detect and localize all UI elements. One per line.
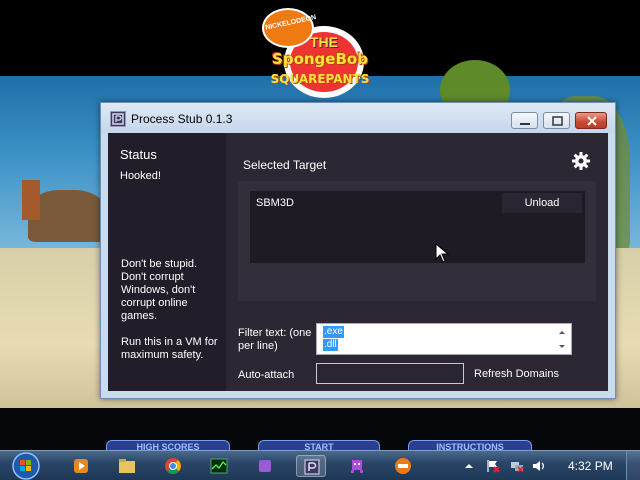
filter-line: .exe: [323, 326, 344, 338]
close-button[interactable]: [575, 112, 607, 129]
main-panel: Selected Target SBM3D Unload Filter text…: [226, 133, 608, 391]
vm-note: Run this in a VM for maximum safety.: [121, 336, 218, 361]
taskbar-clock[interactable]: 4:32 PM: [568, 459, 613, 473]
logo-the-text: THE: [310, 34, 338, 50]
file-explorer-icon[interactable]: [112, 455, 142, 477]
filter-text-field[interactable]: .exe .dll: [316, 323, 572, 355]
logo-subtitle-text: SQUAREPANTS: [270, 72, 370, 86]
process-stub-taskbar-icon[interactable]: [296, 455, 326, 477]
window-titlebar[interactable]: Process Stub 0.1.3: [101, 103, 615, 133]
status-value: Hooked!: [120, 170, 161, 182]
list-item[interactable]: SBM3D Unload: [250, 191, 585, 215]
minimize-button[interactable]: [511, 112, 538, 129]
process-stub-app-icon: [110, 111, 126, 127]
scroll-down-icon[interactable]: [555, 340, 569, 354]
maximize-button[interactable]: [543, 112, 570, 129]
game-menu-instructions[interactable]: INSTRUCTIONS: [408, 440, 532, 450]
window-client-area: Status Hooked! Don't be stupid. Don't co…: [108, 133, 608, 391]
nick-icon[interactable]: [388, 455, 418, 477]
selected-target-heading: Selected Target: [243, 158, 327, 172]
mouse-cursor-icon: [435, 242, 450, 263]
auto-attach-label: Auto-attach: [238, 369, 295, 381]
purple-app-icon[interactable]: [250, 455, 280, 477]
unload-button[interactable]: Unload: [502, 193, 582, 213]
logo-title-text: SpongeBob: [272, 50, 368, 68]
windows-media-player-icon[interactable]: [66, 455, 96, 477]
task-manager-icon[interactable]: [204, 455, 234, 477]
network-icon[interactable]: [510, 459, 524, 473]
status-sidebar: Status Hooked! Don't be stupid. Don't co…: [108, 133, 226, 391]
filter-line: .dll: [323, 339, 338, 351]
refresh-domains-button[interactable]: Refresh Domains: [474, 366, 570, 382]
process-stub-window: Process Stub 0.1.3 Status Hooked! Don't …: [100, 102, 616, 399]
warning-text: Don't be stupid. Don't corrupt Windows, …: [121, 258, 198, 322]
filter-text-label: Filter text: (one per line): [238, 327, 312, 352]
scroll-up-icon[interactable]: [555, 325, 569, 339]
show-desktop-button[interactable]: [626, 451, 640, 480]
volume-icon[interactable]: [532, 459, 546, 473]
gear-icon[interactable]: [569, 149, 593, 173]
target-panel: SBM3D Unload: [238, 181, 596, 301]
target-list: SBM3D Unload: [250, 191, 585, 263]
target-name: SBM3D: [256, 197, 294, 209]
window-title: Process Stub 0.1.3: [131, 112, 233, 126]
auto-attach-field[interactable]: [316, 363, 464, 384]
pixel-game-icon[interactable]: [342, 455, 372, 477]
spongebob-logo: NICKELODEON THE SpongeBob SQUAREPANTS: [262, 8, 378, 100]
game-menu-high-scores[interactable]: HIGH SCORES: [106, 440, 230, 450]
taskbar: 4:32 PM: [0, 450, 640, 480]
chrome-icon[interactable]: [158, 455, 188, 477]
game-menu-start[interactable]: START: [258, 440, 380, 450]
game-tower: [22, 180, 40, 220]
action-center-flag-icon[interactable]: [486, 459, 500, 473]
status-heading: Status: [120, 147, 157, 162]
start-button[interactable]: [10, 451, 42, 480]
show-hidden-icons-icon[interactable]: [462, 459, 476, 473]
